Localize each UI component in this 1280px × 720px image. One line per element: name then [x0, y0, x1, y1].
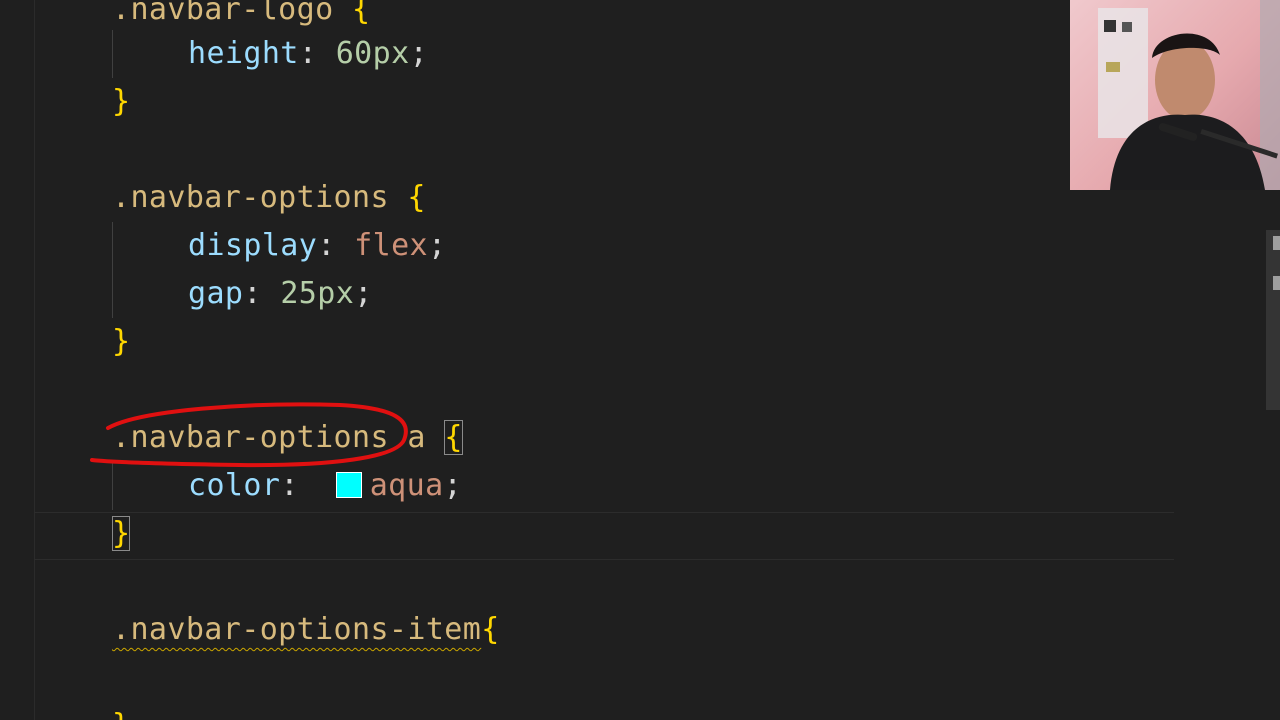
webcam-overlay — [1070, 0, 1280, 190]
person-webcam-icon — [1098, 0, 1280, 190]
scrollbar-marker — [1273, 276, 1280, 290]
scrollbar-marker — [1273, 236, 1280, 250]
code-editor[interactable]: .navbar-logo { height: 60px; } .navbar-o… — [0, 0, 1280, 720]
scrollbar-thumb[interactable] — [1266, 230, 1280, 410]
